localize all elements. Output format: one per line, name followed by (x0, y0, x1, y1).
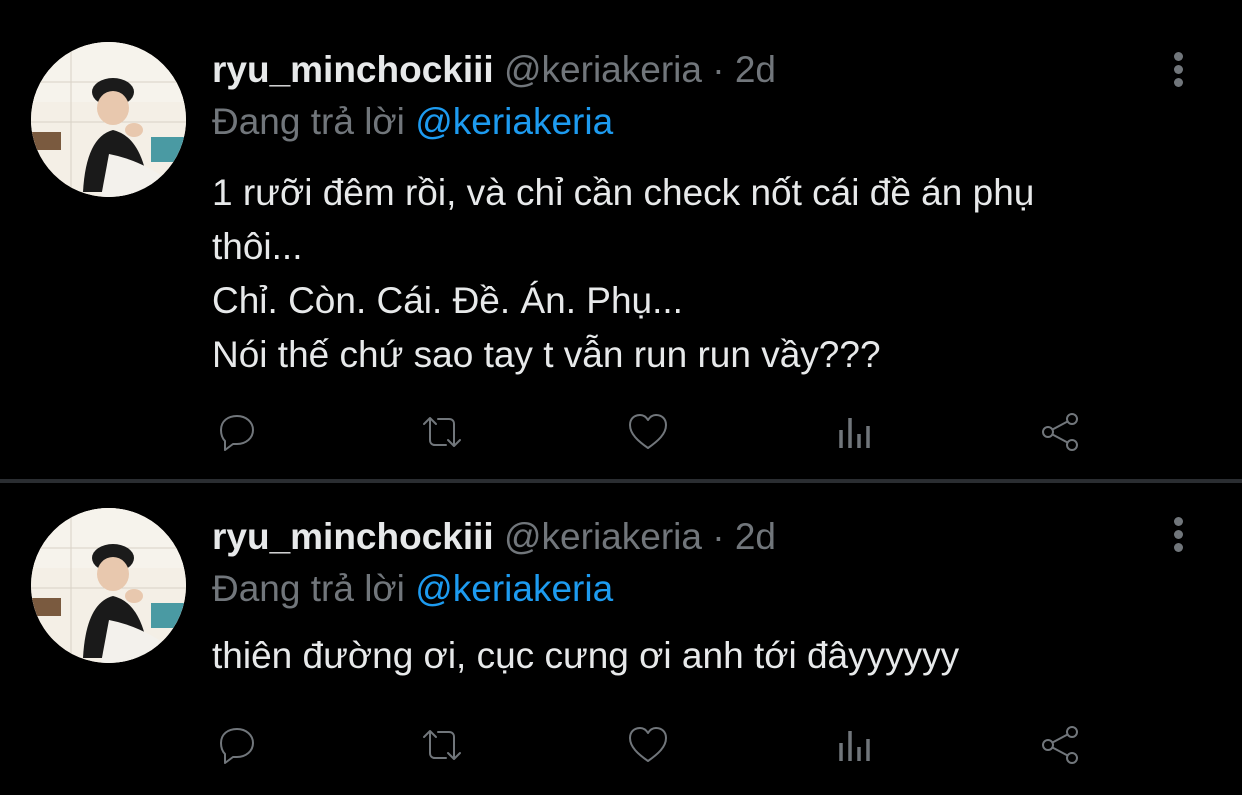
analytics-icon (839, 731, 870, 761)
timestamp[interactable]: 2d (735, 516, 776, 557)
retweet-button[interactable] (412, 717, 472, 773)
reply-mention-link[interactable]: @keriakeria (415, 568, 613, 609)
tweet-actions (0, 404, 1242, 460)
tweet-text-line: Chỉ. Còn. Cái. Đề. Án. Phụ... (212, 280, 683, 321)
timestamp[interactable]: 2d (735, 49, 776, 90)
avatar-photo (31, 508, 186, 663)
share-button[interactable] (1030, 404, 1090, 460)
tweet-text-line: thiên đường ơi, cục cưng ơi anh tới đâyy… (212, 635, 960, 676)
reply-context: Đang trả lời @keriakeria (212, 567, 613, 611)
tweet[interactable]: ryu_minchockiii @keriakeria · 2d Đang tr… (0, 483, 1242, 795)
tweet-text-line: 1 rưỡi đêm rồi, và chỉ cần check nốt cái… (212, 172, 1035, 213)
reply-mention-link[interactable]: @keriakeria (415, 101, 613, 142)
retweet-icon (423, 730, 461, 760)
tweet-text-line: Nói thế chứ sao tay t vẫn run run vầy??? (212, 334, 881, 375)
tweet-header: ryu_minchockiii @keriakeria · 2d (212, 48, 776, 92)
heart-icon (629, 727, 667, 762)
avatar[interactable] (31, 42, 186, 197)
timeline: ryu_minchockiii @keriakeria · 2d Đang tr… (0, 0, 1242, 795)
tweet-header: ryu_minchockiii @keriakeria · 2d (212, 515, 776, 559)
more-dot (1174, 530, 1183, 539)
avatar[interactable] (31, 508, 186, 663)
avatar-photo (31, 42, 186, 197)
retweet-button[interactable] (412, 404, 472, 460)
share-button[interactable] (1030, 717, 1090, 773)
share-icon (1042, 413, 1078, 451)
user-handle[interactable]: @keriakeria (504, 516, 702, 557)
separator-dot: · (712, 49, 725, 90)
reply-button[interactable] (207, 404, 267, 460)
analytics-button[interactable] (825, 404, 885, 460)
reply-button[interactable] (207, 717, 267, 773)
tweet-text-line: thôi... (212, 226, 303, 267)
share-icon (1042, 726, 1078, 764)
display-name[interactable]: ryu_minchockiii (212, 49, 494, 90)
heart-icon (629, 414, 667, 449)
reply-prefix: Đang trả lời (212, 101, 405, 142)
reply-icon (220, 415, 254, 451)
more-dot (1174, 78, 1183, 87)
reply-context: Đang trả lời @keriakeria (212, 100, 613, 144)
more-vertical-icon[interactable] (1163, 515, 1195, 555)
display-name[interactable]: ryu_minchockiii (212, 516, 494, 557)
tweet-text: thiên đường ơi, cục cưng ơi anh tới đâyy… (212, 629, 1212, 683)
more-dot (1174, 543, 1183, 552)
more-dot (1174, 65, 1183, 74)
tweet-actions (0, 717, 1242, 773)
tweet[interactable]: ryu_minchockiii @keriakeria · 2d Đang tr… (0, 0, 1242, 480)
like-button[interactable] (618, 404, 678, 460)
analytics-button[interactable] (825, 717, 885, 773)
retweet-icon (423, 417, 461, 447)
reply-prefix: Đang trả lời (212, 568, 405, 609)
separator-dot: · (712, 516, 725, 557)
tweet-text: 1 rưỡi đêm rồi, và chỉ cần check nốt cái… (212, 166, 1212, 382)
analytics-icon (839, 418, 870, 448)
reply-icon (220, 728, 254, 764)
like-button[interactable] (618, 717, 678, 773)
more-dot (1174, 517, 1183, 526)
more-dot (1174, 52, 1183, 61)
more-vertical-icon[interactable] (1163, 50, 1195, 90)
user-handle[interactable]: @keriakeria (504, 49, 702, 90)
